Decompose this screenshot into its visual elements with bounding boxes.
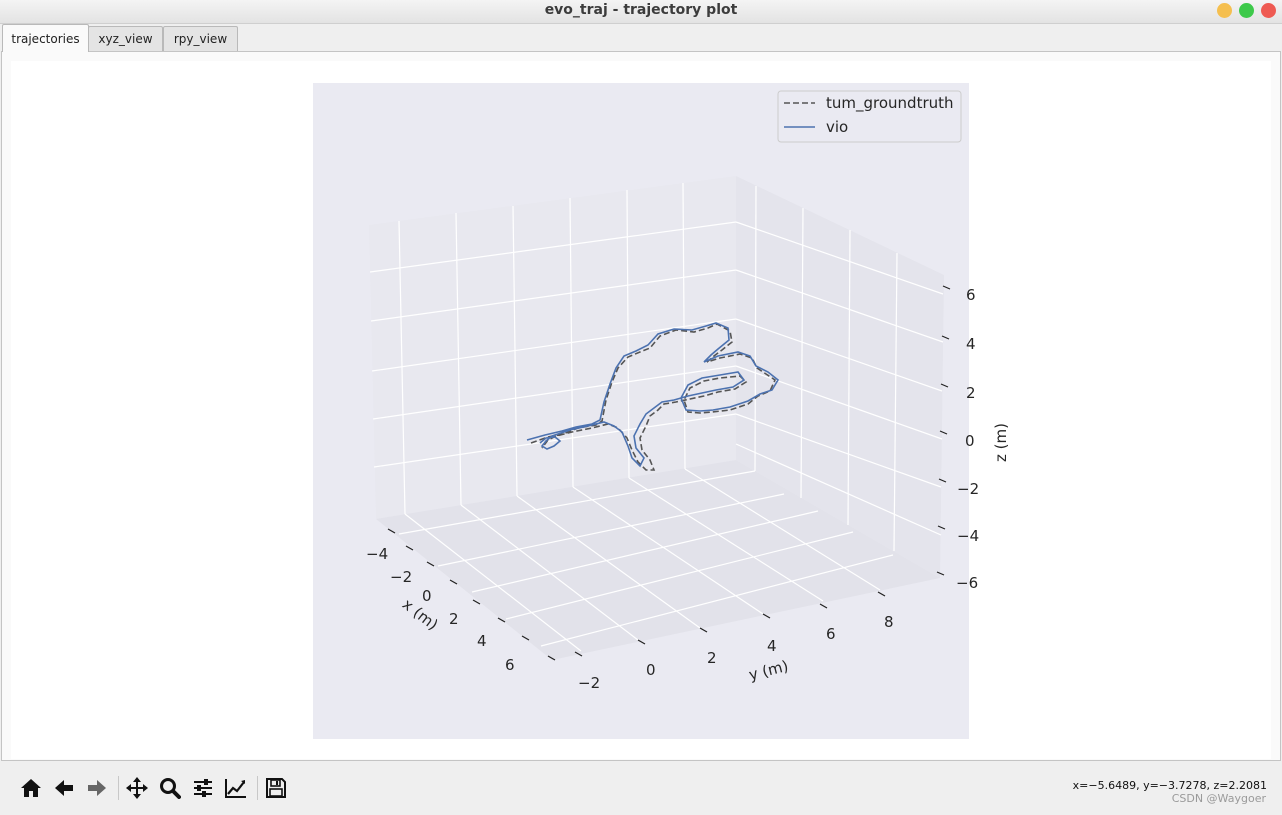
z-tick-label: −6 (956, 574, 978, 592)
z-tick-label: 6 (966, 286, 976, 304)
configure-subplots-icon[interactable] (189, 774, 217, 802)
y-tick-label: 0 (646, 661, 656, 679)
coordinate-readout: x=−5.6489, y=−3.7278, z=2.2081 (1072, 779, 1267, 792)
x-tick-label: −2 (390, 568, 412, 586)
legend: tum_groundtruth vio (777, 90, 962, 143)
legend-vio-label: vio (826, 118, 848, 136)
x-tick-label: 6 (505, 656, 515, 674)
tab-trajectories[interactable]: trajectories (2, 24, 89, 52)
legend-groundtruth-label: tum_groundtruth (826, 94, 954, 113)
y-tick-label: 8 (884, 613, 894, 631)
y-tick-label: 6 (826, 625, 836, 643)
z-tick-label: −2 (957, 480, 979, 498)
x-tick-label: 2 (449, 610, 459, 628)
z-tick-label: 0 (965, 432, 975, 450)
y-tick-label: −2 (578, 674, 600, 692)
z-axis-label: z (m) (992, 423, 1010, 462)
plot-svg: −4 −2 0 2 4 6 x (m) −2 0 2 4 6 8 y (m) 6… (313, 83, 1010, 739)
y-tick-label: 2 (707, 649, 717, 667)
toolbar-separator (257, 776, 258, 800)
x-tick-label: 0 (422, 587, 432, 605)
home-icon[interactable] (17, 774, 45, 802)
x-tick-label: −4 (366, 545, 388, 563)
z-tick-label: 2 (966, 384, 976, 402)
x-tick-label: 4 (477, 632, 487, 650)
y-tick-label: 4 (767, 637, 777, 655)
back-arrow-icon[interactable] (50, 774, 78, 802)
toolbar-separator (118, 776, 119, 800)
zoom-icon[interactable] (156, 774, 184, 802)
back-pane-left (369, 176, 736, 519)
z-tick-label: −4 (957, 527, 979, 545)
edit-axes-icon[interactable] (222, 774, 250, 802)
forward-arrow-icon[interactable] (83, 774, 111, 802)
watermark: CSDN @Waygoer (1171, 792, 1266, 805)
save-icon[interactable] (262, 774, 290, 802)
z-tick-label: 4 (966, 335, 976, 353)
navigation-toolbar: x=−5.6489, y=−3.7278, z=2.2081 CSDN @Way… (0, 762, 1282, 815)
pan-icon[interactable] (123, 774, 151, 802)
